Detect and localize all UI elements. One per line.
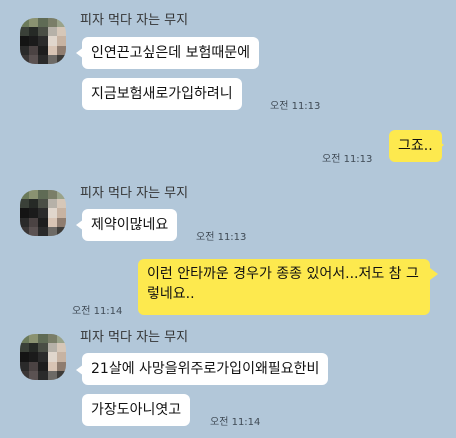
- sender-name: 피자 먹다 자는 무지: [80, 330, 189, 345]
- avatar-mosaic-cell: [56, 370, 66, 380]
- message-timestamp: 오전 11:13: [196, 232, 247, 243]
- avatar-mosaic-cell: [56, 208, 66, 218]
- avatar-mosaic-cell: [29, 334, 39, 344]
- avatar-mosaic-cell: [29, 370, 39, 380]
- message-bubble[interactable]: 인연끈고싶은데 보험때문에: [82, 37, 260, 69]
- avatar-mosaic-cell: [38, 45, 48, 55]
- avatar-mosaic-cell: [29, 54, 39, 64]
- avatar-mosaic-cell: [47, 343, 57, 353]
- avatar[interactable]: [20, 334, 66, 380]
- my-message-bubble[interactable]: 이런 안타까운 경우가 종종 있어서...저도 참 그렇네요..: [138, 259, 430, 315]
- sender-name: 피자 먹다 자는 무지: [80, 186, 189, 201]
- avatar-mosaic-cell: [29, 45, 39, 55]
- avatar-mosaic-cell: [20, 45, 30, 55]
- avatar-mosaic-cell: [38, 208, 48, 218]
- avatar-mosaic-cell: [38, 199, 48, 209]
- avatar-mosaic-cell: [20, 226, 30, 236]
- message-bubble[interactable]: 지금보험새로가입하려니: [82, 78, 242, 110]
- avatar-mosaic-cell: [38, 217, 48, 227]
- avatar-mosaic-cell: [47, 27, 57, 37]
- avatar-mosaic-cell: [29, 352, 39, 362]
- avatar-mosaic-cell: [38, 36, 48, 46]
- avatar-mosaic-cell: [47, 190, 57, 200]
- avatar-mosaic-cell: [29, 18, 39, 28]
- avatar-mosaic-cell: [56, 190, 66, 200]
- avatar-mosaic-cell: [56, 27, 66, 37]
- avatar-mosaic-cell: [38, 18, 48, 28]
- avatar-mosaic-cell: [47, 199, 57, 209]
- message-timestamp: 오전 11:14: [72, 306, 123, 317]
- avatar-mosaic-cell: [29, 199, 39, 209]
- avatar-mosaic-cell: [56, 226, 66, 236]
- message-timestamp: 오전 11:14: [210, 417, 261, 428]
- avatar-mosaic-cell: [38, 352, 48, 362]
- avatar-mosaic-cell: [38, 361, 48, 371]
- message-bubble[interactable]: 21살에 사망을위주로가입이왜필요한비: [82, 353, 329, 385]
- avatar-mosaic-cell: [29, 361, 39, 371]
- avatar-mosaic-cell: [47, 36, 57, 46]
- avatar-mosaic-cell: [38, 190, 48, 200]
- bubble-tail: [430, 268, 438, 280]
- my-message-bubble[interactable]: 그죠..: [389, 130, 442, 162]
- avatar-mosaic-cell: [47, 361, 57, 371]
- avatar-mosaic-cell: [20, 334, 30, 344]
- avatar[interactable]: [20, 190, 66, 236]
- avatar-mosaic-cell: [20, 217, 30, 227]
- avatar-mosaic-cell: [38, 334, 48, 344]
- avatar-mosaic-cell: [20, 27, 30, 37]
- message-timestamp: 오전 11:13: [322, 154, 373, 165]
- avatar-mosaic-cell: [20, 208, 30, 218]
- avatar-mosaic-cell: [56, 334, 66, 344]
- avatar-mosaic-cell: [56, 45, 66, 55]
- avatar-mosaic-cell: [38, 226, 48, 236]
- message-bubble[interactable]: 제약이많네요: [82, 209, 178, 241]
- avatar-mosaic-cell: [56, 199, 66, 209]
- avatar-mosaic-cell: [29, 217, 39, 227]
- avatar-mosaic-cell: [29, 27, 39, 37]
- avatar-mosaic-cell: [20, 199, 30, 209]
- avatar-mosaic-cell: [47, 54, 57, 64]
- avatar-mosaic-cell: [38, 54, 48, 64]
- avatar-mosaic-cell: [47, 45, 57, 55]
- avatar-mosaic-cell: [56, 361, 66, 371]
- avatar-mosaic-cell: [47, 334, 57, 344]
- avatar-mosaic-cell: [56, 352, 66, 362]
- avatar-mosaic-cell: [47, 18, 57, 28]
- avatar-mosaic-cell: [20, 54, 30, 64]
- bubble-tail: [436, 139, 444, 151]
- avatar-mosaic-cell: [29, 36, 39, 46]
- avatar-mosaic-cell: [47, 217, 57, 227]
- avatar-mosaic-cell: [47, 208, 57, 218]
- avatar-mosaic-cell: [56, 54, 66, 64]
- avatar[interactable]: [20, 18, 66, 64]
- avatar-mosaic-cell: [38, 343, 48, 353]
- avatar-mosaic-cell: [47, 370, 57, 380]
- avatar-mosaic-cell: [47, 352, 57, 362]
- avatar-mosaic-cell: [29, 343, 39, 353]
- avatar-mosaic-cell: [20, 352, 30, 362]
- avatar-mosaic-cell: [29, 208, 39, 218]
- avatar-mosaic-cell: [20, 36, 30, 46]
- avatar-mosaic-cell: [56, 18, 66, 28]
- avatar-mosaic-cell: [29, 190, 39, 200]
- avatar-mosaic-cell: [38, 370, 48, 380]
- avatar-mosaic-cell: [56, 343, 66, 353]
- avatar-mosaic-cell: [20, 343, 30, 353]
- message-bubble[interactable]: 가장도아니엿고: [82, 394, 191, 426]
- avatar-mosaic-cell: [29, 226, 39, 236]
- avatar-mosaic-cell: [20, 370, 30, 380]
- avatar-mosaic-cell: [20, 361, 30, 371]
- avatar-mosaic-cell: [20, 18, 30, 28]
- avatar-mosaic-cell: [47, 226, 57, 236]
- avatar-mosaic-cell: [20, 190, 30, 200]
- avatar-mosaic-cell: [56, 36, 66, 46]
- avatar-mosaic-cell: [56, 217, 66, 227]
- message-timestamp: 오전 11:13: [270, 101, 321, 112]
- sender-name: 피자 먹다 자는 무지: [80, 13, 189, 28]
- avatar-mosaic-cell: [38, 27, 48, 37]
